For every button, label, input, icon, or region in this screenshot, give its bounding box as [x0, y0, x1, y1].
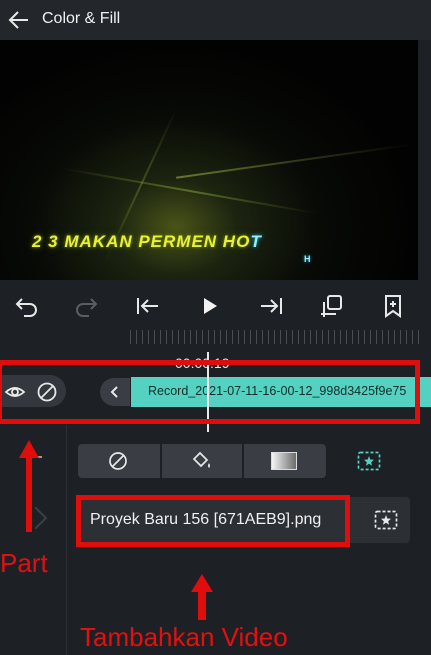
page-title: Color & Fill: [42, 10, 121, 27]
image-fill-icon[interactable]: [357, 451, 381, 471]
panel-divider: [66, 425, 67, 655]
overlay-subtext: H: [304, 254, 311, 264]
redo-icon[interactable]: [73, 292, 101, 320]
add-keyframe-icon[interactable]: [379, 292, 407, 320]
fill-bucket-icon[interactable]: [189, 450, 213, 472]
annotation-box-file: [76, 495, 350, 547]
play-icon[interactable]: [196, 292, 224, 320]
skip-end-icon[interactable]: [257, 292, 285, 320]
undo-icon[interactable]: [12, 292, 40, 320]
annotation-box-part: [0, 360, 420, 424]
light-ray: [176, 143, 414, 179]
skip-start-icon[interactable]: [134, 292, 162, 320]
annotation-arrow-up-icon: [191, 574, 213, 620]
back-arrow-icon[interactable]: [6, 7, 32, 33]
timeline-ruler[interactable]: [130, 330, 420, 344]
overlay-text: 2 3 MAKAN PERMEN HOT: [32, 232, 262, 251]
tab-divider: [160, 444, 162, 478]
pip-icon[interactable]: [318, 292, 346, 320]
annotation-part-label: Part: [0, 548, 48, 578]
replace-image-icon[interactable]: [374, 510, 398, 530]
annotation-arrow-up-icon: [19, 440, 39, 532]
gradient-icon[interactable]: [271, 452, 297, 470]
video-preview[interactable]: 2 3 MAKAN PERMEN HOT H: [0, 40, 418, 280]
no-fill-icon[interactable]: [108, 451, 128, 471]
tab-divider: [242, 444, 244, 478]
annotation-add-video-label: Tambahkan Video: [80, 622, 288, 652]
